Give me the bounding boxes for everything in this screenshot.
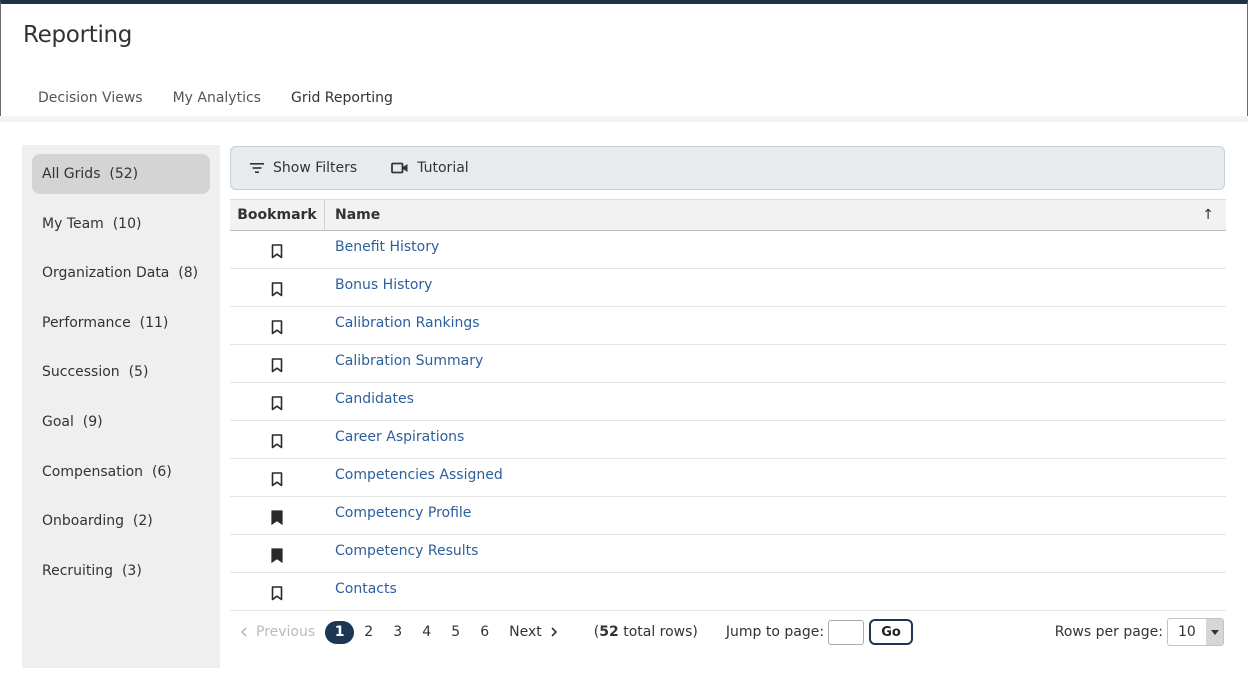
bookmark-filled-icon[interactable] <box>230 506 324 525</box>
chevron-left-icon <box>240 627 247 637</box>
page-6-button[interactable]: 6 <box>470 624 499 640</box>
sidebar-item-recruiting[interactable]: Recruiting (3) <box>32 551 210 591</box>
rows-per-page-select[interactable]: 10 <box>1167 618 1224 646</box>
column-header-bookmark[interactable]: Bookmark <box>230 207 324 223</box>
show-filters-button[interactable]: Show Filters <box>249 160 357 176</box>
sidebar-item-organization-data[interactable]: Organization Data (8) <box>32 253 210 293</box>
grid-body: Benefit History Bonus History Calibration … <box>230 231 1226 611</box>
report-name-link[interactable]: Candidates <box>324 391 414 407</box>
bookmark-icon[interactable] <box>230 278 324 297</box>
page-2-button[interactable]: 2 <box>354 624 383 640</box>
page-1-button[interactable]: 1 <box>325 620 355 644</box>
report-name-link[interactable]: Competency Profile <box>324 505 471 521</box>
jump-to-page-input[interactable] <box>828 619 865 645</box>
bookmark-icon[interactable] <box>230 582 324 601</box>
bookmark-icon[interactable] <box>230 316 324 335</box>
page-title: Reporting <box>23 22 133 48</box>
tutorial-button[interactable]: Tutorial <box>391 160 469 176</box>
report-name-link[interactable]: Competency Results <box>324 543 478 559</box>
bookmark-filled-icon[interactable] <box>230 544 324 563</box>
sidebar-item-performance[interactable]: Performance (11) <box>32 303 210 343</box>
go-button[interactable]: Go <box>869 619 914 645</box>
category-sidebar: All Grids (52) My Team (10) Organization… <box>22 145 220 668</box>
report-name-link[interactable]: Contacts <box>324 581 397 597</box>
sidebar-item-succession[interactable]: Succession (5) <box>32 352 210 392</box>
report-name-link[interactable]: Competencies Assigned <box>324 467 503 483</box>
caret-down-icon[interactable] <box>1206 619 1223 645</box>
table-row: Candidates <box>230 383 1226 421</box>
bookmark-icon[interactable] <box>230 430 324 449</box>
sidebar-item-all-grids[interactable]: All Grids (52) <box>32 154 210 194</box>
tutorial-label: Tutorial <box>417 160 469 176</box>
tab-my-analytics[interactable]: My Analytics <box>158 80 276 119</box>
sort-ascending-icon[interactable]: ↑ <box>1202 207 1214 223</box>
sidebar-item-compensation[interactable]: Compensation (6) <box>32 452 210 492</box>
rows-per-page: Rows per page: 10 <box>1055 618 1224 646</box>
filter-icon <box>250 163 264 173</box>
table-row: Competencies Assigned <box>230 459 1226 497</box>
sidebar-item-onboarding[interactable]: Onboarding (2) <box>32 501 210 541</box>
grid-toolbar: Show Filters Tutorial <box>230 146 1225 190</box>
previous-page-button[interactable]: Previous <box>238 624 315 640</box>
tab-decision-views[interactable]: Decision Views <box>23 80 158 119</box>
column-header-name[interactable]: Name <box>325 207 1226 223</box>
sidebar-item-goal[interactable]: Goal (9) <box>32 402 210 442</box>
next-label: Next <box>509 624 542 640</box>
table-row: Calibration Summary <box>230 345 1226 383</box>
previous-label: Previous <box>256 624 316 640</box>
rows-per-page-value: 10 <box>1178 624 1196 640</box>
pagination: Previous 1 2 3 4 5 6 Next (52 total rows… <box>230 617 1226 647</box>
report-name-link[interactable]: Calibration Summary <box>324 353 483 369</box>
jump-to-page-label: Jump to page: <box>725 624 825 640</box>
report-name-link[interactable]: Bonus History <box>324 277 432 293</box>
page-3-button[interactable]: 3 <box>383 624 412 640</box>
report-name-link[interactable]: Calibration Rankings <box>324 315 480 331</box>
page-4-button[interactable]: 4 <box>412 624 441 640</box>
reports-grid: Bookmark Name ↑ Benefit History Bonus His… <box>230 199 1226 611</box>
sidebar-item-my-team[interactable]: My Team (10) <box>32 204 210 244</box>
total-rows-text: (52 total rows) <box>594 624 698 640</box>
page-5-button[interactable]: 5 <box>441 624 470 640</box>
video-camera-icon <box>391 162 408 174</box>
total-rows-suffix: total rows) <box>618 624 698 640</box>
table-row: Career Aspirations <box>230 421 1226 459</box>
chevron-right-icon <box>551 627 557 637</box>
rows-per-page-label: Rows per page: <box>1054 624 1163 640</box>
table-row: Contacts <box>230 573 1226 611</box>
table-row: Calibration Rankings <box>230 307 1226 345</box>
tab-grid-reporting[interactable]: Grid Reporting <box>275 80 408 119</box>
table-row: Competency Profile <box>230 497 1226 535</box>
report-name-link[interactable]: Career Aspirations <box>324 429 464 445</box>
bookmark-icon[interactable] <box>230 468 324 487</box>
bookmark-icon[interactable] <box>230 240 324 259</box>
table-row: Benefit History <box>230 231 1226 269</box>
total-rows-count: 52 <box>599 624 619 640</box>
show-filters-label: Show Filters <box>273 160 358 176</box>
bookmark-icon[interactable] <box>230 354 324 373</box>
bookmark-icon[interactable] <box>230 392 324 411</box>
report-name-link[interactable]: Benefit History <box>324 239 439 255</box>
table-row: Competency Results <box>230 535 1226 573</box>
tab-bar: Decision Views My Analytics Grid Reporti… <box>23 80 408 120</box>
grid-header: Bookmark Name ↑ <box>230 199 1226 231</box>
table-row: Bonus History <box>230 269 1226 307</box>
next-page-button[interactable]: Next <box>509 624 560 640</box>
